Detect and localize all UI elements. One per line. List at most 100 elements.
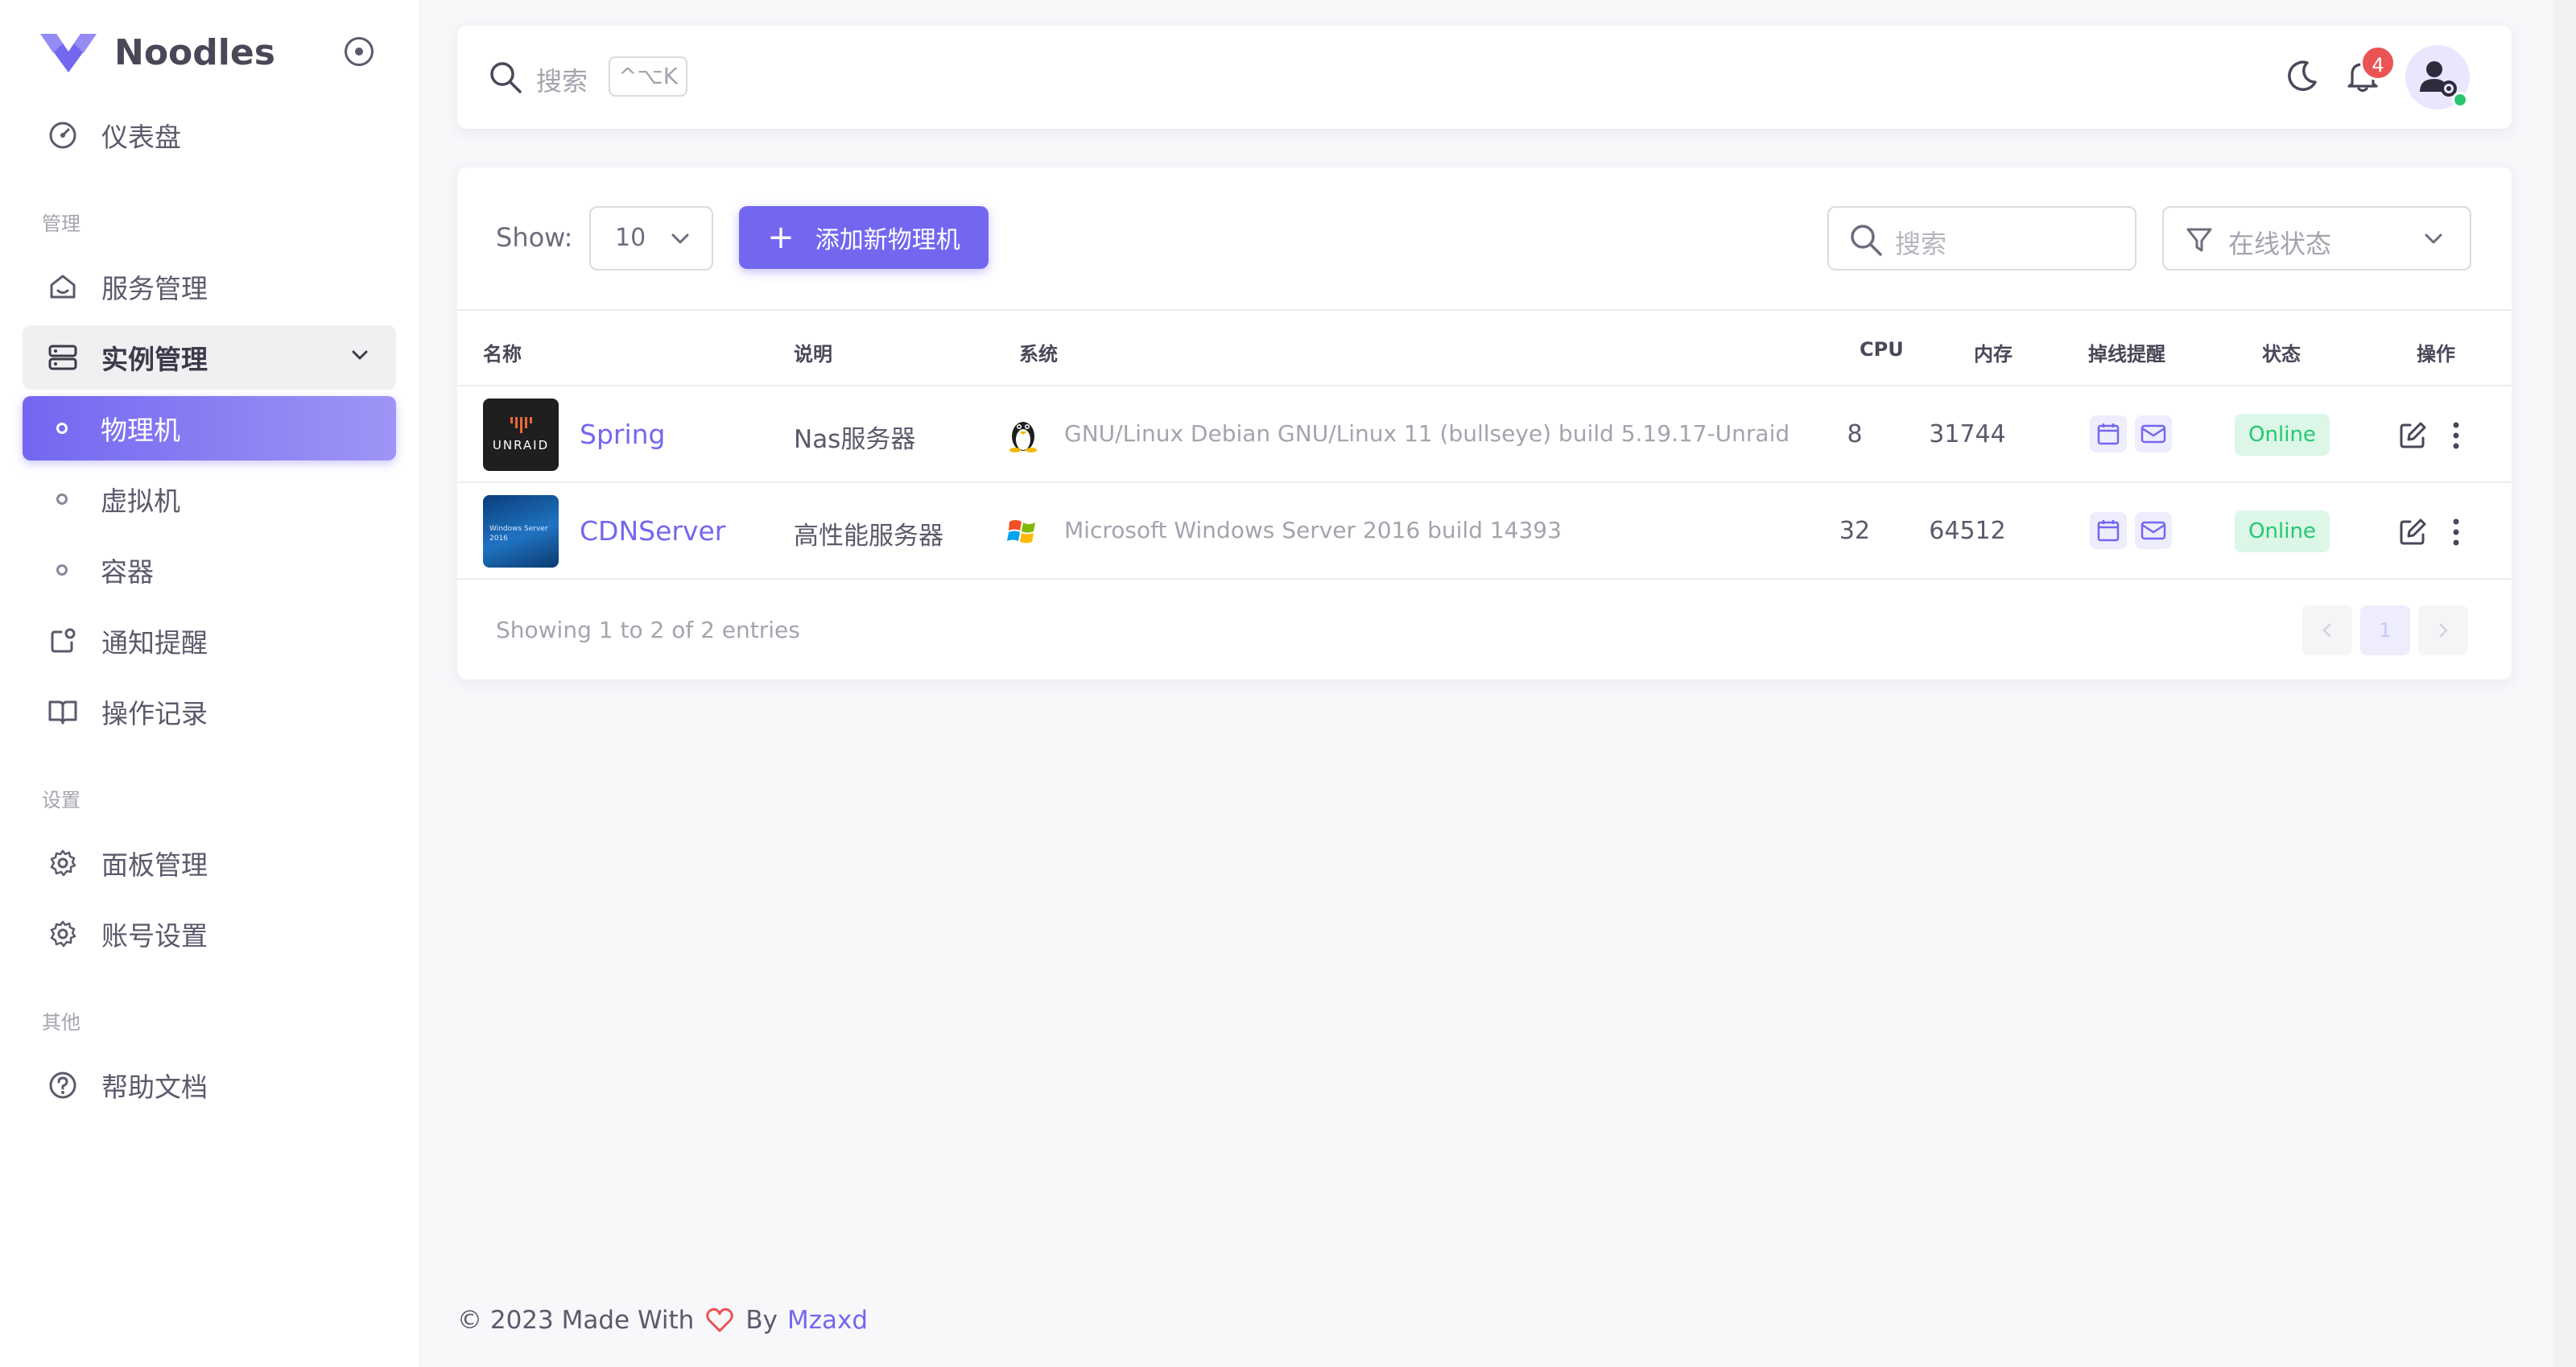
book-icon xyxy=(47,696,79,728)
notification-icon xyxy=(47,625,79,657)
pagination-prev-button[interactable] xyxy=(2302,605,2352,655)
table-row[interactable]: Windows Server 2016 CDNServer 高性能服务器 Mic… xyxy=(457,483,2512,580)
circle-icon xyxy=(56,423,68,434)
heart-icon xyxy=(705,1307,734,1333)
sidebar-item-dashboard[interactable]: 仪表盘 xyxy=(23,103,396,167)
author-link[interactable]: Mzaxd xyxy=(787,1306,868,1335)
calendar-alert-toggle[interactable] xyxy=(2090,512,2127,549)
search-shortcut-hint: ^⌥K xyxy=(609,56,688,97)
column-header-offline-alert[interactable]: 掉线提醒 xyxy=(2088,338,2165,366)
page-footer: © 2023 Made With By Mzaxd xyxy=(457,1306,868,1335)
machine-memory: 64512 xyxy=(1929,517,2006,545)
machine-os: Microsoft Windows Server 2016 build 1439… xyxy=(1064,517,1562,543)
menu-header-other: 其他 xyxy=(42,1011,80,1034)
sidebar-item-account-settings[interactable]: 账号设置 xyxy=(23,902,396,966)
sidebar-item-instance-mgmt[interactable]: 实例管理 xyxy=(23,325,396,390)
global-search-input[interactable]: 搜索 xyxy=(536,61,588,98)
column-header-name[interactable]: 名称 xyxy=(483,338,522,366)
unraid-logo-icon xyxy=(510,417,532,433)
pagination-page-button[interactable]: 1 xyxy=(2360,605,2410,655)
sidebar-collapse-toggle[interactable] xyxy=(345,37,374,66)
table-header: 名称 说明 系统 CPU 内存 掉线提醒 状态 操作 xyxy=(457,309,2512,386)
sidebar-item-service-mgmt[interactable]: 服务管理 xyxy=(23,254,396,319)
machine-desc: 高性能服务器 xyxy=(794,522,943,551)
more-vertical-icon[interactable] xyxy=(2450,517,2462,547)
search-icon[interactable] xyxy=(488,60,523,95)
home-icon xyxy=(47,271,79,303)
unraid-thumbnail: UNRAID xyxy=(483,399,559,471)
sidebar-item-label: 物理机 xyxy=(101,415,180,446)
windows-server-thumbnail: Windows Server 2016 xyxy=(483,495,559,568)
pagination-next-button[interactable] xyxy=(2418,605,2468,655)
dashboard-icon xyxy=(47,119,79,151)
gear-icon xyxy=(47,918,79,950)
chevron-down-icon xyxy=(2425,233,2442,244)
sidebar-item-label: 通知提醒 xyxy=(101,627,208,659)
mail-icon xyxy=(2140,521,2166,540)
footer-by: By xyxy=(745,1306,778,1335)
menu-header-settings: 设置 xyxy=(42,789,80,812)
sidebar-item-label: 帮助文档 xyxy=(101,1072,208,1103)
sidebar-item-label: 容器 xyxy=(101,556,154,588)
mail-icon xyxy=(2140,424,2166,444)
more-vertical-icon[interactable] xyxy=(2450,420,2462,451)
column-header-cpu[interactable]: CPU xyxy=(1860,338,1904,361)
server-icon xyxy=(47,341,79,374)
sidebar-item-oplog[interactable]: 操作记录 xyxy=(23,679,396,744)
top-navbar: 搜索 ^⌥K 4 xyxy=(457,26,2512,129)
machine-cpu: 32 xyxy=(1839,517,1871,545)
sidebar: Noodles 仪表盘 管理 服务管理 实例管理 物理机 虚拟机 容器 通知提醒… xyxy=(0,0,419,1367)
search-placeholder: 搜索 xyxy=(1895,229,1947,259)
page-scrollbar[interactable] xyxy=(2553,0,2576,1367)
sidebar-item-panel-mgmt[interactable]: 面板管理 xyxy=(23,831,396,895)
sidebar-item-virtual[interactable]: 虚拟机 xyxy=(23,467,396,531)
page-size-select[interactable]: 10 xyxy=(589,206,713,271)
status-badge: Online xyxy=(2235,510,2330,552)
add-physical-machine-button[interactable]: + 添加新物理机 xyxy=(739,206,989,269)
circle-icon xyxy=(56,494,68,505)
column-header-status[interactable]: 状态 xyxy=(2262,338,2301,366)
online-status-dot xyxy=(2452,92,2468,108)
column-header-memory[interactable]: 内存 xyxy=(1974,338,2013,366)
chevron-down-icon xyxy=(671,233,689,244)
sidebar-item-label: 实例管理 xyxy=(101,344,208,375)
table-search-input[interactable]: 搜索 xyxy=(1827,206,2136,271)
online-status-filter[interactable]: 在线状态 xyxy=(2162,206,2471,271)
noodles-logo-icon xyxy=(40,34,97,72)
filter-icon xyxy=(2186,228,2212,252)
menu-header-manage: 管理 xyxy=(42,213,80,235)
column-header-desc[interactable]: 说明 xyxy=(794,338,832,366)
help-circle-icon xyxy=(47,1069,79,1101)
email-alert-toggle[interactable] xyxy=(2135,415,2172,452)
status-filter-placeholder: 在线状态 xyxy=(2228,229,2332,259)
brand[interactable]: Noodles xyxy=(39,24,275,81)
edit-icon[interactable] xyxy=(2397,517,2428,547)
notification-count-badge: 4 xyxy=(2360,45,2396,81)
table-row[interactable]: UNRAID Spring Nas服务器 GNU/Linux Debian GN… xyxy=(457,386,2512,483)
calendar-icon xyxy=(2097,520,2120,542)
machine-memory: 31744 xyxy=(1929,420,2006,448)
page-size-value: 10 xyxy=(615,224,646,252)
sidebar-item-label: 操作记录 xyxy=(101,698,208,729)
thumbnail-text: UNRAID xyxy=(492,438,550,452)
email-alert-toggle[interactable] xyxy=(2135,512,2172,549)
sidebar-item-help-docs[interactable]: 帮助文档 xyxy=(23,1053,396,1117)
linux-icon xyxy=(1009,422,1037,452)
sidebar-item-notify[interactable]: 通知提醒 xyxy=(23,609,396,673)
column-header-system[interactable]: 系统 xyxy=(1019,338,1058,366)
sidebar-item-label: 账号设置 xyxy=(101,920,208,952)
sidebar-item-container[interactable]: 容器 xyxy=(23,538,396,602)
sidebar-item-physical[interactable]: 物理机 xyxy=(23,396,396,460)
edit-icon[interactable] xyxy=(2397,420,2428,451)
sidebar-item-label: 服务管理 xyxy=(101,273,208,304)
user-gear-icon xyxy=(2420,61,2457,97)
sidebar-item-label: 仪表盘 xyxy=(101,122,181,153)
moon-icon[interactable] xyxy=(2283,58,2320,95)
calendar-alert-toggle[interactable] xyxy=(2090,415,2127,452)
status-badge: Online xyxy=(2235,414,2330,456)
sidebar-item-label: 面板管理 xyxy=(101,849,208,881)
machine-name-link[interactable]: CDNServer xyxy=(580,515,725,547)
footer-prefix: © 2023 Made With xyxy=(457,1306,695,1335)
machine-desc: Nas服务器 xyxy=(794,425,916,454)
machine-name-link[interactable]: Spring xyxy=(580,419,666,450)
